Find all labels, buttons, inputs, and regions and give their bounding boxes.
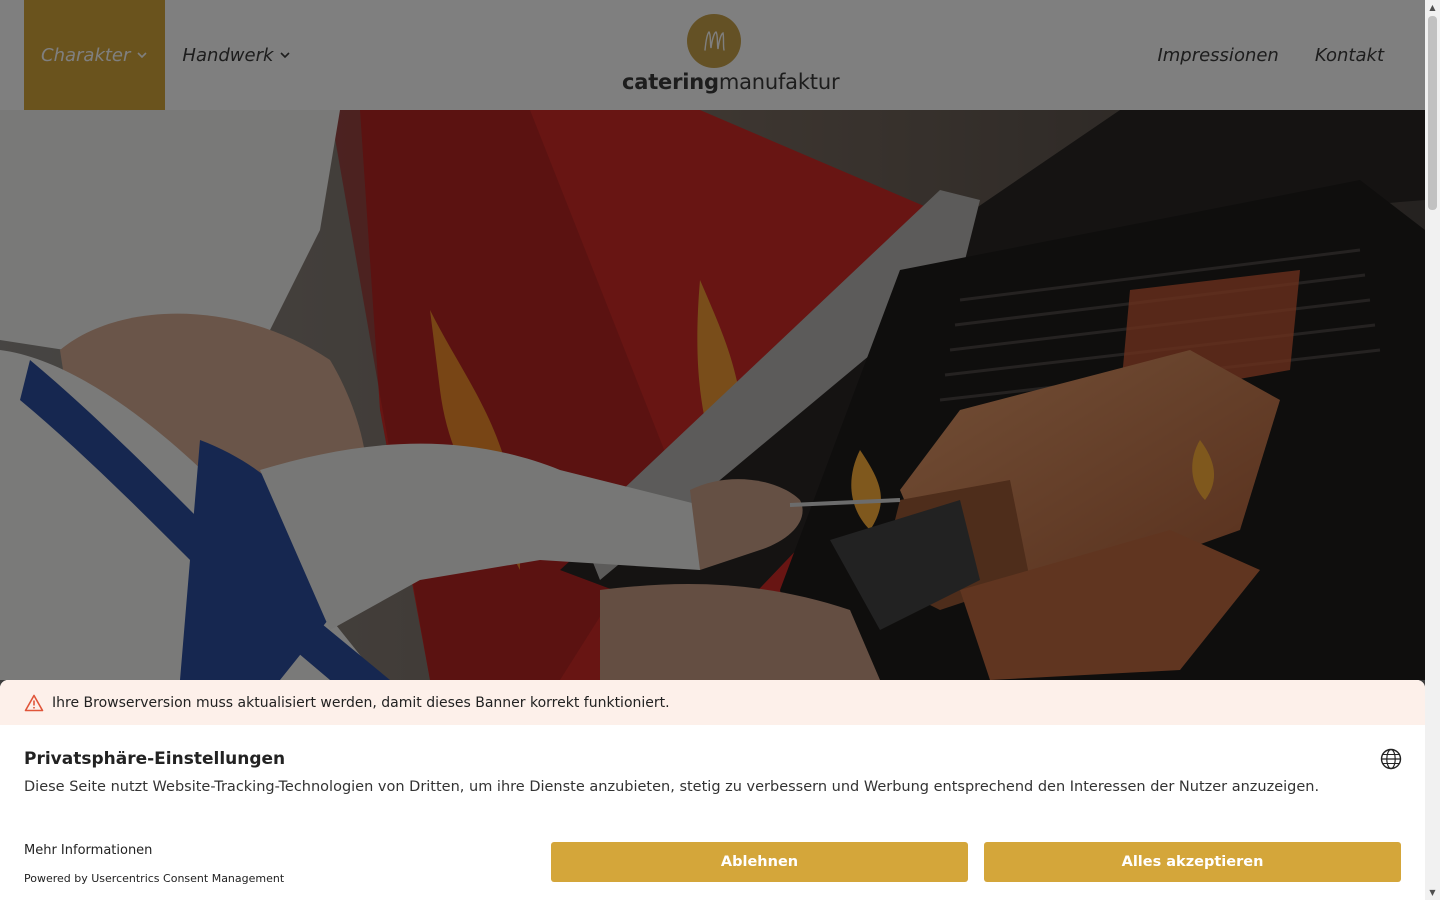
- consent-description: Diese Seite nutzt Website-Tracking-Techn…: [24, 779, 1320, 795]
- page-scrollbar[interactable]: ▲ ▼: [1425, 0, 1440, 900]
- powered-by-link[interactable]: Powered by Usercentrics Consent Manageme…: [24, 872, 284, 885]
- accept-all-button[interactable]: Alles akzeptieren: [984, 842, 1401, 882]
- warning-text: Ihre Browserversion muss aktualisiert we…: [52, 694, 670, 711]
- scroll-up-arrow-icon[interactable]: ▲: [1425, 0, 1440, 15]
- warning-icon: [24, 694, 44, 712]
- deny-button[interactable]: Ablehnen: [551, 842, 968, 882]
- scroll-down-arrow-icon[interactable]: ▼: [1425, 885, 1440, 900]
- consent-title: Privatsphäre-Einstellungen: [24, 749, 286, 769]
- scroll-thumb[interactable]: [1428, 16, 1437, 210]
- browser-warning: Ihre Browserversion muss aktualisiert we…: [0, 680, 1425, 725]
- more-info-link[interactable]: Mehr Informationen: [24, 843, 152, 858]
- consent-banner: Ihre Browserversion muss aktualisiert we…: [0, 680, 1425, 900]
- language-globe-icon[interactable]: [1380, 748, 1402, 770]
